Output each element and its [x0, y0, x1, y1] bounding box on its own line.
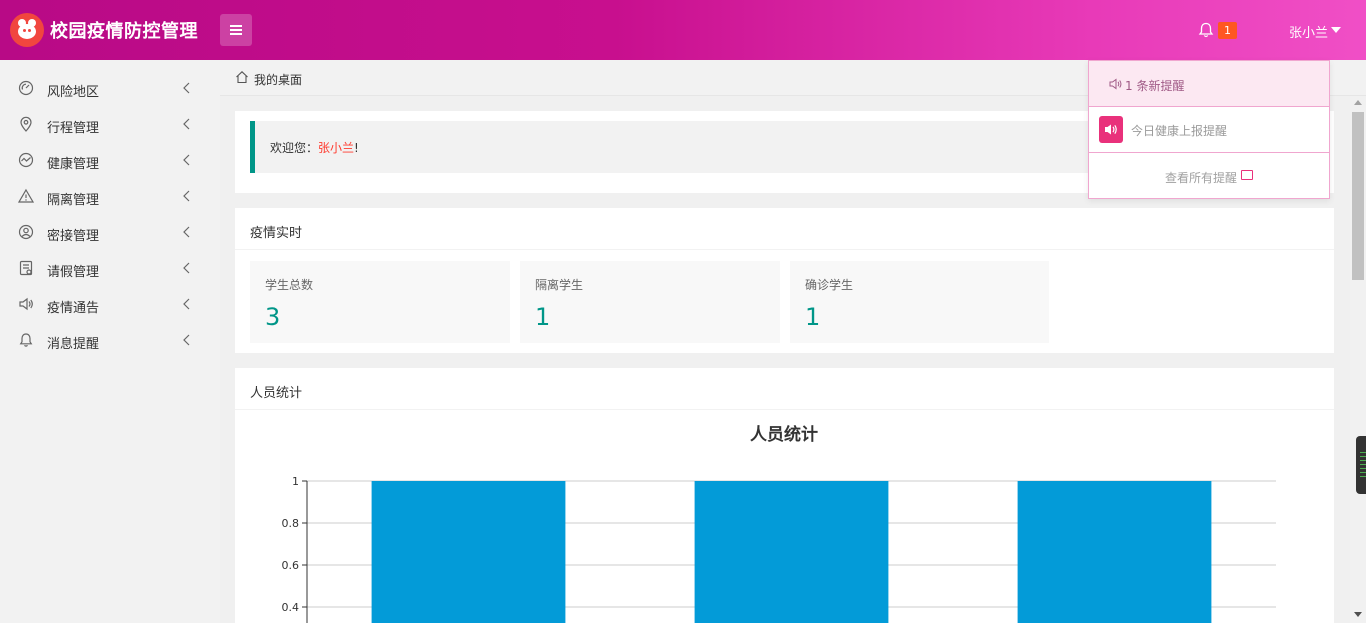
chart-title: 人员统计	[750, 424, 818, 445]
stat-value: 3	[265, 303, 281, 331]
sidebar-item-leave[interactable]: 请假管理	[0, 250, 220, 286]
sidebar-item-label: 隔离管理	[47, 193, 100, 208]
chevron-left-icon	[183, 82, 190, 94]
welcome-suffix: !	[354, 141, 359, 155]
notification-dropdown: 1 条新提醒 今日健康上报提醒 查看所有提醒	[1088, 60, 1330, 199]
card-title: 疫情实时	[250, 226, 303, 241]
view-all-notifications-link[interactable]: 查看所有提醒	[1089, 153, 1329, 199]
y-tick-label: 1	[292, 475, 299, 488]
stat-confirmed-students: 确诊学生 1	[790, 261, 1049, 343]
card-header: 人员统计	[235, 368, 1334, 410]
sidebar: 风险地区 行程管理 健康管理 隔离管理 密接管理 请假管理 疫情通告 消息提醒	[0, 60, 220, 623]
chevron-left-icon	[183, 298, 190, 310]
app-title: 校园疫情防控管理	[50, 21, 198, 42]
app-logo[interactable]	[10, 13, 44, 47]
sidebar-item-label: 风险地区	[47, 85, 100, 100]
welcome-user-name: 张小兰	[318, 141, 355, 155]
chevron-left-icon	[183, 154, 190, 166]
y-tick-label: 0.8	[282, 517, 300, 530]
sidebar-item-label: 消息提醒	[47, 337, 100, 352]
notification-header: 1 条新提醒	[1089, 61, 1329, 107]
sidebar-item-label: 健康管理	[47, 157, 100, 172]
scroll-up-arrow-icon[interactable]	[1354, 100, 1362, 105]
sidebar-item-label: 请假管理	[47, 265, 100, 280]
welcome-text: 欢迎您：张小兰!	[270, 139, 359, 156]
menu-toggle-button[interactable]	[220, 14, 252, 46]
sidebar-item-risk-area[interactable]: 风险地区	[0, 70, 220, 106]
form-icon	[19, 260, 33, 276]
welcome-prefix: 欢迎您：	[270, 141, 319, 155]
page-scrollbar[interactable]	[1350, 96, 1366, 623]
warning-icon	[18, 188, 34, 203]
chevron-down-icon[interactable]	[1331, 27, 1341, 33]
stat-label: 学生总数	[265, 278, 314, 292]
y-tick-label: 0.4	[282, 601, 300, 614]
people-bar-chart: 人员统计 1 0.8 0.6 0.4	[282, 424, 1276, 623]
sidebar-item-label: 疫情通告	[47, 301, 100, 316]
sidebar-item-health[interactable]: 健康管理	[0, 142, 220, 178]
scrollbar-thumb[interactable]	[1352, 112, 1364, 280]
chevron-left-icon	[183, 118, 190, 130]
chevron-left-icon	[183, 262, 190, 274]
speaker-icon	[19, 297, 33, 311]
chevron-left-icon	[183, 334, 190, 346]
sidebar-item-label: 行程管理	[47, 121, 100, 136]
stat-value: 1	[535, 303, 551, 331]
notification-item[interactable]: 今日健康上报提醒	[1089, 107, 1329, 153]
home-icon[interactable]	[235, 70, 249, 84]
speaker-icon	[1109, 78, 1122, 90]
top-header: 校园疫情防控管理 1 张小兰	[0, 0, 1366, 60]
message-icon	[1241, 170, 1253, 180]
stat-isolated-students: 隔离学生 1	[520, 261, 780, 343]
side-widget-tab[interactable]	[1356, 436, 1366, 494]
chart-bar	[371, 481, 566, 623]
bell-icon[interactable]	[1197, 21, 1215, 39]
stat-value: 1	[805, 303, 821, 331]
card-header: 疫情实时	[235, 208, 1334, 250]
user-icon	[18, 224, 34, 240]
speaker-icon	[1099, 116, 1123, 143]
sidebar-item-isolation[interactable]: 隔离管理	[0, 178, 220, 214]
chart-bar	[694, 481, 889, 623]
stat-label: 确诊学生	[805, 278, 854, 292]
health-chart-icon	[18, 152, 34, 168]
card-title: 人员统计	[250, 386, 303, 401]
chevron-left-icon	[183, 190, 190, 202]
location-icon	[20, 116, 32, 132]
bell-icon	[19, 333, 33, 347]
sidebar-item-announcement[interactable]: 疫情通告	[0, 286, 220, 322]
people-statistics-card: 人员统计 人员统计 1 0.8 0.6 0.4	[235, 368, 1334, 623]
chart-bar	[1017, 481, 1212, 623]
stat-total-students: 学生总数 3	[250, 261, 510, 343]
scroll-down-arrow-icon[interactable]	[1354, 612, 1362, 617]
breadcrumb-home-link[interactable]: 我的桌面	[254, 71, 302, 88]
dashboard-icon	[18, 80, 34, 96]
notification-item-text: 今日健康上报提醒	[1131, 124, 1228, 138]
y-tick-label: 0.6	[282, 559, 300, 572]
user-menu-name[interactable]: 张小兰	[1289, 22, 1328, 41]
notification-header-text: 1 条新提醒	[1125, 79, 1185, 93]
chevron-left-icon	[183, 226, 190, 238]
sidebar-item-messages[interactable]: 消息提醒	[0, 322, 220, 358]
epidemic-realtime-card: 疫情实时 学生总数 3 隔离学生 1 确诊学生 1	[235, 208, 1334, 353]
stat-label: 隔离学生	[535, 278, 584, 292]
sidebar-item-itinerary[interactable]: 行程管理	[0, 106, 220, 142]
sidebar-item-close-contact[interactable]: 密接管理	[0, 214, 220, 250]
notification-badge[interactable]: 1	[1218, 22, 1237, 39]
sidebar-item-label: 密接管理	[47, 229, 100, 244]
view-all-label: 查看所有提醒	[1165, 171, 1238, 185]
